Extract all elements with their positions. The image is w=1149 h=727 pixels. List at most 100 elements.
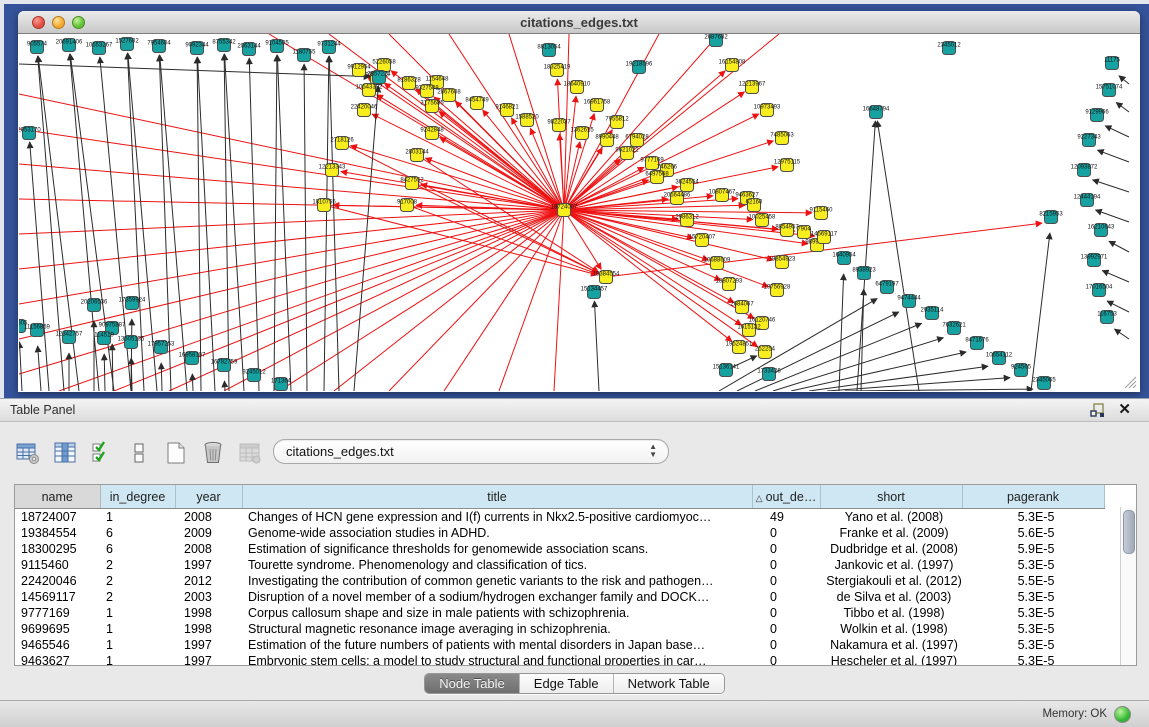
table-cell[interactable]: 9115460 [15,557,100,573]
table-cell[interactable]: 5.3E-5 [962,557,1104,573]
window-resize-grip[interactable] [1121,373,1137,389]
table-cell[interactable]: Yano et al. (2008) [820,509,962,526]
table-cell[interactable]: 0 [752,525,820,541]
table-row[interactable]: 1456911722003Disruption of a novel membe… [15,589,1104,605]
table-cell[interactable]: de Silva et al. (2003) [820,589,962,605]
table-cell[interactable]: Hescheler et al. (1997) [820,653,962,666]
table-cell[interactable]: 5.3E-5 [962,605,1104,621]
table-selector-dropdown[interactable]: citations_edges.txt ▲▼ [273,439,669,464]
table-cell[interactable]: 2012 [175,573,242,589]
table-cell[interactable]: 2008 [175,541,242,557]
column-header-in_degree[interactable]: in_degree [100,485,175,509]
table-cell[interactable]: 2003 [175,589,242,605]
table-cell[interactable]: Corpus callosum shape and size in male p… [242,605,752,621]
table-cell[interactable]: 1 [100,509,175,526]
column-header-name[interactable]: name [15,485,100,509]
tab-edge-table[interactable]: Edge Table [520,674,614,693]
table-cell[interactable]: Estimation of the future numbers of pati… [242,637,752,653]
table-scrollbar-thumb[interactable] [1123,510,1135,554]
table-cell[interactable]: 5.6E-5 [962,525,1104,541]
table-cell[interactable]: 22420046 [15,573,100,589]
table-cell[interactable]: Tourette syndrome. Phenomenology and cla… [242,557,752,573]
table-cell[interactable]: 0 [752,637,820,653]
table-cell[interactable]: Changes of HCN gene expression and I(f) … [242,509,752,526]
table-cell[interactable]: Jankovic et al. (1997) [820,557,962,573]
table-scrollbar[interactable] [1120,507,1136,665]
table-row[interactable]: 911546021997Tourette syndrome. Phenomeno… [15,557,1104,573]
table-cell[interactable]: 2008 [175,509,242,526]
table-cell[interactable]: 6 [100,541,175,557]
table-cell[interactable]: 9465546 [15,637,100,653]
table-cell[interactable]: 1998 [175,605,242,621]
table-cell[interactable]: 18300295 [15,541,100,557]
table-cell[interactable]: 1997 [175,637,242,653]
table-cell[interactable]: 9463627 [15,653,100,666]
table-cell[interactable]: 0 [752,653,820,666]
table-cell[interactable]: 0 [752,589,820,605]
column-header-out_de[interactable]: △out_de… [752,485,820,509]
table-cell[interactable]: 49 [752,509,820,526]
new-column-icon[interactable] [162,439,190,467]
table-settings-icon[interactable] [14,439,42,467]
table-cell[interactable]: 2 [100,589,175,605]
table-row[interactable]: 946362711997Embryonic stem cells: a mode… [15,653,1104,666]
table-cell[interactable]: 5.3E-5 [962,509,1104,526]
table-cell[interactable]: 5.3E-5 [962,589,1104,605]
table-cell[interactable]: Investigating the contribution of common… [242,573,752,589]
table-row[interactable]: 977716911998Corpus callosum shape and si… [15,605,1104,621]
table-cell[interactable]: 5.5E-5 [962,573,1104,589]
table-row[interactable]: 1830029562008Estimation of significance … [15,541,1104,557]
table-cell[interactable]: Embryonic stem cells: a model to study s… [242,653,752,666]
table-row[interactable]: 969969511998Structural magnetic resonanc… [15,621,1104,637]
table-cell[interactable]: Wolkin et al. (1998) [820,621,962,637]
network-window-titlebar[interactable]: citations_edges.txt [18,11,1140,34]
table-cell[interactable]: Dudbridge et al. (2008) [820,541,962,557]
column-header-title[interactable]: title [242,485,752,509]
table-column-icon[interactable] [51,439,79,467]
table-cell[interactable]: 14569117 [15,589,100,605]
column-header-short[interactable]: short [820,485,962,509]
table-cell[interactable]: 1 [100,621,175,637]
table-cell[interactable]: 2 [100,573,175,589]
table-cell[interactable]: 5.3E-5 [962,653,1104,666]
select-rows-icon[interactable] [88,439,116,467]
table-cell[interactable]: 0 [752,573,820,589]
table-cell[interactable]: 19384554 [15,525,100,541]
delete-column-icon[interactable] [199,439,227,467]
table-cell[interactable]: Genome-wide association studies in ADHD. [242,525,752,541]
tab-node-table[interactable]: Node Table [425,674,520,693]
table-cell[interactable]: 5.3E-5 [962,621,1104,637]
table-cell[interactable]: 2009 [175,525,242,541]
column-header-pagerank[interactable]: pagerank [962,485,1104,509]
tab-network-table[interactable]: Network Table [614,674,724,693]
table-cell[interactable]: 1997 [175,653,242,666]
table-cell[interactable]: 1997 [175,557,242,573]
table-cell[interactable]: 1 [100,653,175,666]
table-cell[interactable]: Disruption of a novel member of a sodium… [242,589,752,605]
column-stack-icon[interactable] [125,439,153,467]
table-cell[interactable]: Estimation of significance thresholds fo… [242,541,752,557]
table-cell[interactable]: 1 [100,637,175,653]
network-canvas[interactable]: 1872400799129545226058932750381863281154… [19,34,1139,391]
table-cell[interactable]: 0 [752,557,820,573]
table-cell[interactable]: Tibbo et al. (1998) [820,605,962,621]
network-graph[interactable]: 1872400799129545226058932750381863281154… [19,34,1139,391]
table-cell[interactable]: 0 [752,541,820,557]
table-cell[interactable]: 9699695 [15,621,100,637]
table-cell[interactable]: 9777169 [15,605,100,621]
column-header-year[interactable]: year [175,485,242,509]
float-panel-icon[interactable] [1090,403,1105,418]
table-cell[interactable]: 5.3E-5 [962,637,1104,653]
table-cell[interactable]: 5.9E-5 [962,541,1104,557]
table-cell[interactable]: 1998 [175,621,242,637]
memory-status-icon[interactable] [1114,706,1131,723]
table-cell[interactable]: 6 [100,525,175,541]
table-cell[interactable]: 0 [752,621,820,637]
table-cell[interactable]: Franke et al. (2009) [820,525,962,541]
table-cell[interactable]: 18724007 [15,509,100,526]
table-row[interactable]: 1938455462009Genome-wide association stu… [15,525,1104,541]
table-row[interactable]: 1872400712008Changes of HCN gene express… [15,509,1104,526]
table-row[interactable]: 2242004622012Investigating the contribut… [15,573,1104,589]
table-cell[interactable]: 0 [752,605,820,621]
close-panel-icon[interactable]: ✕ [1118,401,1131,418]
